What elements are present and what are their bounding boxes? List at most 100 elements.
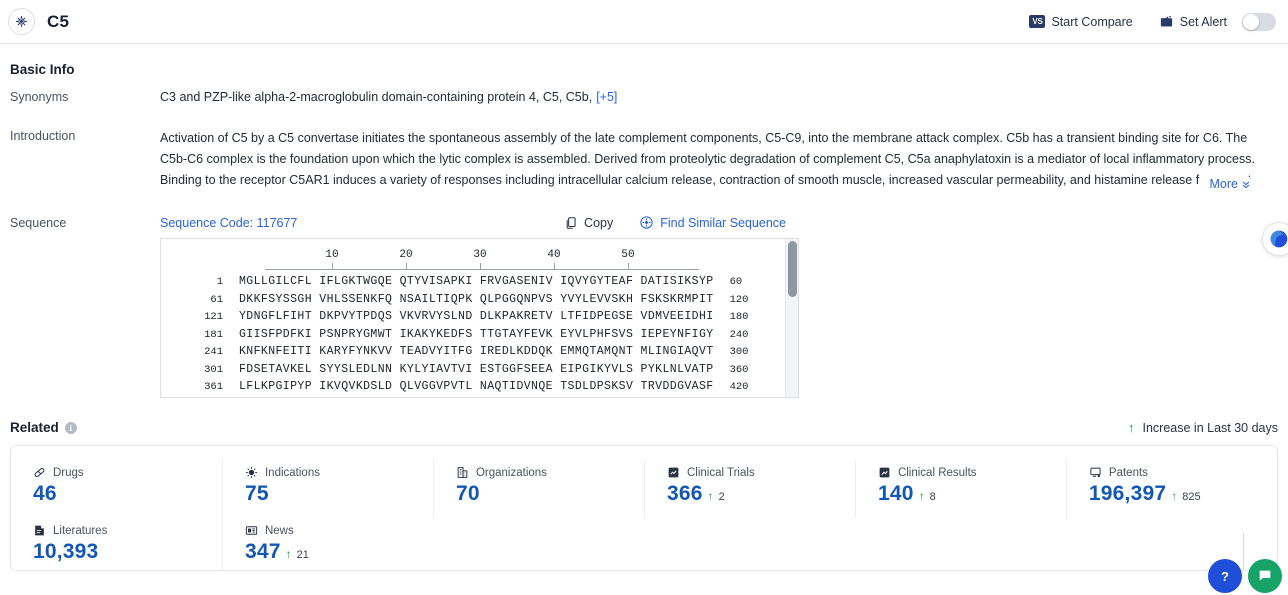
metric-organizations[interactable]: Organizations 70	[432, 460, 644, 518]
metric-value-wrap: 196,397 ↑ 825	[1089, 482, 1277, 506]
sequence-line-residues[interactable]: FDSETAVKEL SYYSLEDLNN KYLYIAVTVI ESTGGFS…	[239, 363, 714, 376]
sequence-inner: 10 20 30 40 50 1 MGLLGILCFL IFLGKTWGQE Q	[161, 239, 798, 397]
metric-delta: 2	[718, 491, 725, 503]
copy-label: Copy	[584, 215, 614, 230]
set-alert-button[interactable]: Set Alert	[1159, 12, 1276, 31]
related-title: Related	[10, 420, 59, 435]
sequence-line-residues[interactable]: GIISFPDFKI PSNPRYGMWT IKAKYKEDFS TTGTAYF…	[239, 328, 714, 341]
metric-news[interactable]: News 347 ↑ 21	[221, 518, 433, 570]
sequence-line-start: 181	[204, 328, 223, 341]
metric-label: News	[264, 524, 294, 537]
metric-indications[interactable]: Indications 75	[221, 460, 433, 518]
copy-button[interactable]: Copy	[564, 216, 613, 230]
ruler-number: 40	[547, 249, 561, 261]
set-alert-label: Set Alert	[1179, 14, 1227, 29]
metric-clinical-results[interactable]: Clinical Results 140 ↑ 8	[854, 460, 1066, 518]
floating-bubbles: ?	[1208, 559, 1282, 593]
metric-value[interactable]: 46	[33, 482, 57, 506]
find-similar-icon	[639, 215, 654, 230]
chat-icon[interactable]	[1248, 559, 1282, 593]
metric-label: Drugs	[53, 466, 84, 479]
sequence-scrollbar[interactable]	[785, 239, 798, 397]
sequence-line-start: 241	[204, 346, 223, 358]
floating-help-button[interactable]	[1262, 222, 1288, 256]
metric-value[interactable]: 140	[878, 482, 914, 506]
ruler-number: 30	[473, 249, 487, 261]
arrow-up-icon: ↑	[1171, 489, 1178, 503]
arrow-up-icon: ↑	[285, 547, 292, 561]
metric-label-wrap: Clinical Trials	[667, 466, 855, 479]
sequence-viewer: 10 20 30 40 50 1 MGLLGILCFL IFLGKTWGQE Q	[160, 238, 799, 398]
alert-bell-icon	[1159, 14, 1174, 29]
sequence-line-start: 361	[204, 381, 223, 393]
main-content: Basic Info Synonyms C3 and PZP-like alph…	[0, 62, 1288, 593]
question-mark-icon[interactable]: ?	[1208, 559, 1242, 593]
metric-label-wrap: News	[245, 524, 433, 537]
introduction-more-button[interactable]: More	[1199, 177, 1252, 191]
metric-value[interactable]: 70	[456, 482, 480, 506]
ruler-line	[265, 269, 699, 270]
sequence-line-end: 60	[729, 276, 743, 288]
metric-value-wrap: 347 ↑ 21	[245, 540, 433, 564]
synonyms-value: C3 and PZP-like alpha-2-macroglobulin do…	[160, 90, 593, 104]
metric-value[interactable]: 10,393	[33, 540, 98, 564]
metric-value-wrap: 70	[456, 482, 644, 506]
arrow-up-icon: ↑	[918, 489, 925, 503]
synonyms-label: Synonyms	[10, 90, 69, 104]
sequence-ruler: 10 20 30 40 50	[265, 249, 798, 275]
sequence-line: 121 YDNGFLFIHT DKPVYTPDQS VKVRVYSLND DLK…	[161, 310, 798, 328]
metric-label-wrap: Organizations	[456, 466, 644, 479]
sequence-line-end: 120	[729, 293, 749, 306]
sequence-line-residues[interactable]: DKKFSYSSGH VHLSSENKFQ NSAILTIQPK QLPGGQN…	[239, 293, 714, 306]
target-crosshair-icon[interactable]	[8, 8, 35, 35]
metric-drugs[interactable]: Drugs 46	[11, 460, 222, 518]
ruler-tick	[406, 263, 407, 269]
metric-value[interactable]: 366	[667, 482, 703, 506]
sequence-line-start: 301	[204, 363, 223, 376]
related-legend: ↑ Increase in Last 30 days	[1128, 421, 1278, 435]
ruler-tick	[554, 263, 555, 269]
metric-value-wrap: 46	[33, 482, 222, 506]
pill-icon	[33, 466, 46, 479]
sequence-line: 241 KNFKNFEITI KARYFYNKVV TEADVYITFG IRE…	[161, 345, 798, 363]
metric-literatures[interactable]: Literatures 10,393	[11, 518, 222, 570]
ruler-number: 50	[621, 249, 635, 261]
ruler-number: 10	[325, 249, 339, 261]
metric-label-wrap: Indications	[245, 466, 433, 479]
sequence-scrollbar-thumb[interactable]	[788, 241, 797, 297]
introduction-more-label: More	[1209, 177, 1238, 191]
set-alert-toggle[interactable]	[1242, 12, 1276, 31]
sequence-line-end: 360	[729, 363, 749, 376]
sequence-actions: Copy Find Similar Sequence	[564, 215, 1278, 230]
related-metrics-card: Drugs 46 Indications 75 Organizations 70…	[10, 445, 1278, 571]
ruler-number: 20	[399, 249, 413, 261]
sequence-line-residues[interactable]: LFLKPGIPYP IKVQVKDSLD QLVGGVPVTL NAQTIDV…	[239, 380, 714, 393]
metric-value[interactable]: 75	[245, 482, 269, 506]
synonyms-more-count[interactable]: [+5]	[596, 90, 617, 104]
metric-value[interactable]: 196,397	[1089, 482, 1166, 506]
sequence-line: 361 LFLKPGIPYP IKVQVKDSLD QLVGGVPVTL NAQ…	[161, 380, 798, 397]
sequence-header: Sequence Code: 117677 Copy Find Similar …	[160, 215, 1278, 230]
ruler-tick	[480, 263, 481, 269]
find-similar-sequence-button[interactable]: Find Similar Sequence	[639, 215, 786, 230]
sequence-line-residues[interactable]: KNFKNFEITI KARYFYNKVV TEADVYITFG IREDLKD…	[239, 345, 714, 358]
metric-clinical-trials[interactable]: Clinical Trials 366 ↑ 2	[643, 460, 855, 518]
sequence-line-residues[interactable]: MGLLGILCFL IFLGKTWGQE QTYVISAPKI FRVGASE…	[239, 275, 714, 288]
sequence-line-residues[interactable]: YDNGFLFIHT DKPVYTPDQS VKVRVYSLND DLKPAKR…	[239, 310, 714, 323]
sequence-code[interactable]: Sequence Code: 117677	[160, 216, 297, 230]
info-icon[interactable]: i	[64, 421, 77, 434]
metric-value[interactable]: 347	[245, 540, 281, 564]
metric-value-wrap: 10,393	[33, 540, 222, 564]
metric-patents[interactable]: Patents 196,397 ↑ 825	[1065, 460, 1277, 518]
metric-label: Literatures	[53, 524, 108, 537]
start-compare-button[interactable]: VS Start Compare	[1029, 15, 1133, 29]
top-bar: C5 VS Start Compare Set Alert	[0, 0, 1288, 44]
sequence-line-start: 1	[216, 276, 223, 288]
basic-info-title: Basic Info	[10, 62, 75, 77]
sequence-line: 181 GIISFPDFKI PSNPRYGMWT IKAKYKEDFS TTG…	[161, 328, 798, 346]
virus-icon	[245, 466, 258, 479]
toggle-knob	[1243, 13, 1259, 30]
synonyms-value-container: C3 and PZP-like alpha-2-macroglobulin do…	[160, 89, 1278, 106]
metric-label-wrap: Drugs	[33, 466, 222, 479]
ruler-tick	[628, 263, 629, 269]
